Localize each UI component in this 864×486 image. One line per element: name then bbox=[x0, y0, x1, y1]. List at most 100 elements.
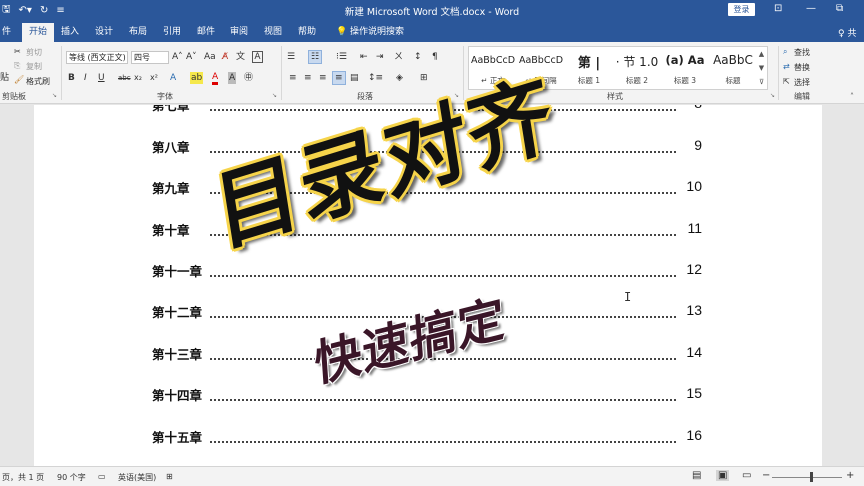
macro-icon[interactable]: ⊞ bbox=[166, 472, 173, 481]
title-bar: 🖫 ↶▾ ↻ ≡ 新建 Microsoft Word 文档.docx - Wor… bbox=[0, 0, 864, 20]
read-mode-icon[interactable]: ▤ bbox=[692, 470, 701, 481]
toc-entry-title: 第十二章 bbox=[152, 302, 205, 321]
enclose-characters-icon[interactable]: ㊥ bbox=[244, 72, 253, 84]
find-button[interactable]: 查找 bbox=[794, 47, 810, 58]
toc-entry-title: 第十四章 bbox=[152, 385, 205, 404]
scissors-icon[interactable]: ✂ bbox=[14, 47, 21, 56]
toc-entry-page: 12 bbox=[686, 261, 702, 277]
replace-icon[interactable]: ⇄ bbox=[783, 62, 790, 71]
tab-insert[interactable]: 插入 bbox=[61, 24, 79, 42]
ribbon-tabs: 件 开始 插入 设计 布局 引用 邮件 审阅 视图 帮助 💡 操作说明搜索 ♀ … bbox=[0, 20, 864, 42]
align-right-button[interactable]: ≡ bbox=[319, 72, 327, 84]
word-count[interactable]: 90 个字 bbox=[57, 472, 86, 483]
minimize-button[interactable]: — bbox=[806, 3, 816, 14]
styles-launcher-icon[interactable]: ↘ bbox=[770, 92, 775, 99]
replace-button[interactable]: 替换 bbox=[794, 62, 810, 73]
styles-gallery-scroll[interactable]: ▲ ▼ ⊽ bbox=[756, 46, 768, 90]
tab-mailings[interactable]: 邮件 bbox=[197, 24, 215, 42]
style-title[interactable]: AaBbC 标题 bbox=[709, 47, 757, 89]
font-launcher-icon[interactable]: ↘ bbox=[272, 92, 277, 99]
print-layout-icon[interactable]: ▣ bbox=[716, 470, 730, 481]
login-button[interactable]: 登录 bbox=[728, 3, 755, 16]
format-painter-icon[interactable]: 🖌 bbox=[14, 75, 24, 84]
bullets-button[interactable]: ☰ bbox=[287, 51, 295, 63]
toc-entry[interactable]: 第十四章 15 bbox=[152, 385, 702, 405]
phonetic-guide-icon[interactable]: 文 bbox=[236, 51, 245, 63]
center-button[interactable]: ≡ bbox=[304, 72, 312, 84]
zoom-out-button[interactable]: − bbox=[762, 470, 770, 481]
toc-entry-page: 11 bbox=[687, 220, 702, 236]
search-icon[interactable]: ⌕ bbox=[783, 47, 787, 57]
restore-button[interactable]: ⧉ bbox=[836, 3, 843, 14]
paste-button[interactable]: 贴 bbox=[0, 70, 9, 83]
align-left-button[interactable]: ≡ bbox=[289, 72, 297, 84]
language[interactable]: 英语(美国) bbox=[118, 472, 156, 483]
zoom-slider-track[interactable] bbox=[772, 477, 842, 478]
copy-icon[interactable]: ⎘ bbox=[14, 61, 20, 71]
zoom-slider-thumb[interactable] bbox=[810, 472, 813, 482]
style-heading-1[interactable]: 第 | 标题 1 bbox=[565, 47, 613, 89]
distributed-button[interactable]: ▤ bbox=[350, 72, 359, 84]
shading-button[interactable]: ◈ bbox=[396, 72, 403, 84]
tab-view[interactable]: 视图 bbox=[264, 24, 282, 42]
ribbon-display-options-icon[interactable]: ⊡ bbox=[774, 3, 782, 14]
increase-indent-button[interactable]: ⇥ bbox=[376, 51, 384, 63]
toc-entry[interactable]: 第十五章 16 bbox=[152, 427, 702, 447]
select-button[interactable]: 选择 bbox=[794, 77, 810, 88]
underline-button[interactable]: U bbox=[98, 72, 105, 84]
font-color-icon[interactable]: A bbox=[212, 72, 219, 85]
toc-entry-page: 9 bbox=[694, 137, 702, 153]
toc-leader bbox=[210, 275, 676, 277]
decrease-indent-button[interactable]: ⇤ bbox=[360, 51, 368, 63]
font-size-combo[interactable]: 四号 bbox=[131, 51, 169, 64]
format-painter-button[interactable]: 格式刷 bbox=[26, 76, 50, 87]
sort-button[interactable]: ↕ bbox=[414, 51, 422, 63]
toc-entry-page: 10 bbox=[686, 178, 702, 194]
superscript-button[interactable]: x² bbox=[150, 72, 158, 84]
select-icon[interactable]: ⇱ bbox=[783, 77, 790, 86]
italic-button[interactable]: I bbox=[84, 72, 87, 84]
style-preview: (a) Aa bbox=[665, 53, 705, 67]
justify-button[interactable]: ≡ bbox=[332, 71, 346, 85]
tab-design[interactable]: 设计 bbox=[95, 24, 113, 42]
tab-references[interactable]: 引用 bbox=[163, 24, 181, 42]
grow-font-icon[interactable]: A˄ bbox=[172, 51, 183, 63]
proofing-icon[interactable]: ▭ bbox=[98, 472, 106, 481]
numbering-button[interactable]: ☷ bbox=[308, 50, 323, 64]
copy-button[interactable]: 复制 bbox=[26, 61, 42, 72]
tab-review[interactable]: 审阅 bbox=[230, 24, 248, 42]
clear-formatting-icon[interactable]: A̸ bbox=[222, 51, 228, 63]
tell-me-search[interactable]: 操作说明搜索 bbox=[350, 24, 404, 42]
cut-button[interactable]: 剪切 bbox=[26, 47, 42, 58]
zoom-in-button[interactable]: + bbox=[846, 470, 854, 481]
collapse-ribbon-icon[interactable]: ˄ bbox=[850, 92, 854, 101]
shrink-font-icon[interactable]: A˅ bbox=[186, 51, 197, 63]
bold-button[interactable]: B bbox=[68, 72, 75, 84]
chinese-layout-button[interactable]: ㄨ bbox=[394, 51, 403, 63]
tab-layout[interactable]: 布局 bbox=[129, 24, 147, 42]
tab-home[interactable]: 开始 bbox=[22, 23, 55, 42]
vertical-scrollbar[interactable] bbox=[842, 105, 864, 466]
font-name-combo[interactable]: 等线 (西文正文) bbox=[66, 51, 128, 64]
line-spacing-button[interactable]: ↕≡ bbox=[368, 72, 383, 84]
character-border-icon[interactable]: A bbox=[252, 51, 263, 63]
editing-group-label: 编辑 bbox=[794, 92, 810, 101]
web-layout-icon[interactable]: ▭ bbox=[742, 470, 751, 481]
style-name: 标题 1 bbox=[577, 76, 601, 85]
change-case-icon[interactable]: Aa bbox=[204, 51, 216, 63]
character-shading-icon[interactable]: A bbox=[228, 72, 237, 84]
tab-help[interactable]: 帮助 bbox=[298, 24, 316, 42]
highlight-icon[interactable]: ab bbox=[190, 72, 204, 84]
share-button[interactable]: ♀ 共 bbox=[838, 26, 856, 39]
tab-file[interactable]: 件 bbox=[2, 24, 11, 42]
multilevel-list-button[interactable]: ⁝☰ bbox=[336, 51, 347, 63]
show-marks-button[interactable]: ¶ bbox=[432, 51, 438, 63]
strikethrough-button[interactable]: abc bbox=[118, 72, 131, 84]
page-count[interactable]: 页，共 1 页 bbox=[2, 472, 44, 483]
subscript-button[interactable]: x₂ bbox=[134, 72, 142, 84]
clipboard-launcher-icon[interactable]: ↘ bbox=[52, 92, 57, 99]
style-heading-2[interactable]: · 节 1.0 标题 2 bbox=[613, 47, 661, 89]
toc-entry-page: 14 bbox=[686, 344, 702, 360]
text-effects-icon[interactable]: A bbox=[170, 72, 176, 84]
style-heading-3[interactable]: (a) Aa 标题 3 bbox=[661, 47, 709, 89]
